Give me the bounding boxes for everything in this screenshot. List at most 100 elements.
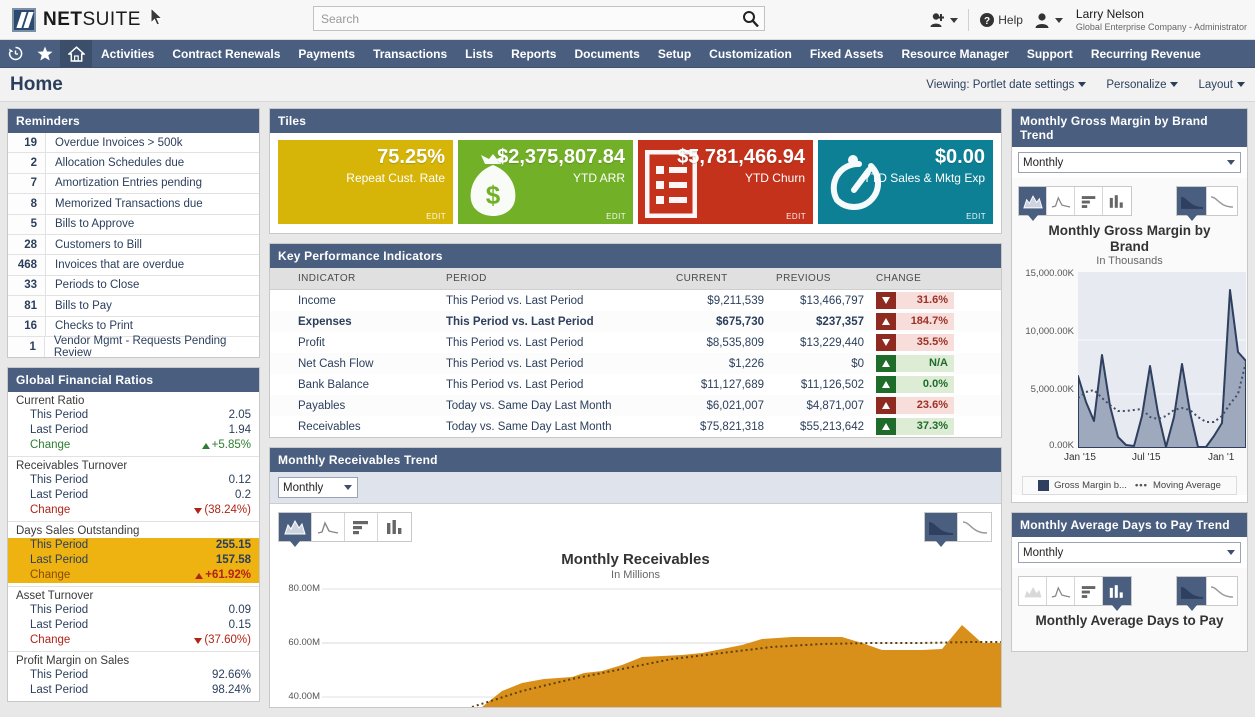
- ratio-row-value: 1.94: [229, 423, 251, 438]
- table-row[interactable]: Receivables Today vs. Same Day Last Mont…: [270, 416, 1001, 437]
- reminder-count: 8: [8, 194, 46, 213]
- tile-ytd-churn[interactable]: $5,781,466.94 YTD Churn EDIT: [638, 140, 813, 224]
- table-row[interactable]: Net Cash Flow This Period vs. Last Perio…: [270, 353, 1001, 374]
- reminder-label[interactable]: Amortization Entries pending: [46, 177, 202, 189]
- gradient-fill-style-icon[interactable]: [958, 513, 991, 541]
- ratio-this-period: This Period255.15: [8, 538, 259, 553]
- reminder-label[interactable]: Allocation Schedules due: [46, 157, 184, 169]
- reminder-row[interactable]: 5Bills to Approve: [8, 215, 259, 235]
- reminder-row[interactable]: 28Customers to Bill: [8, 235, 259, 255]
- viewing-portlet-date-settings-link[interactable]: Viewing: Portlet date settings: [926, 79, 1086, 91]
- line-chart-icon[interactable]: [1047, 187, 1075, 215]
- area-chart-icon[interactable]: [279, 513, 312, 541]
- gross-margin-period-value: Monthly: [1023, 157, 1063, 169]
- nav-item-transactions[interactable]: Transactions: [364, 40, 456, 67]
- receivables-chart-area: Monthly Receivables In Millions 80.00M 6…: [270, 504, 1001, 707]
- receivables-plot: 80.00M 60.00M 40.00M: [270, 587, 1001, 707]
- reminder-label[interactable]: Periods to Close: [46, 279, 139, 291]
- reminder-row[interactable]: 33Periods to Close: [8, 276, 259, 296]
- header-divider: [968, 9, 969, 31]
- nav-item-support[interactable]: Support: [1018, 40, 1082, 67]
- user-menu-button[interactable]: [1033, 12, 1063, 29]
- table-row[interactable]: Bank Balance This Period vs. Last Period…: [270, 374, 1001, 395]
- area-chart-icon[interactable]: [1019, 577, 1047, 605]
- line-chart-icon[interactable]: [312, 513, 345, 541]
- nav-item-documents[interactable]: Documents: [565, 40, 648, 67]
- global-search: [313, 6, 765, 31]
- nav-item-customization[interactable]: Customization: [700, 40, 801, 67]
- quick-add-button[interactable]: [929, 12, 958, 29]
- tile-edit-link[interactable]: EDIT: [426, 212, 446, 221]
- search-input[interactable]: [313, 6, 765, 31]
- reminder-row[interactable]: 468Invoices that are overdue: [8, 255, 259, 275]
- tile-ytd-sales-mktg-exp[interactable]: $0.00 YTD Sales & Mktg Exp EDIT: [818, 140, 993, 224]
- reminder-row[interactable]: 7Amortization Entries pending: [8, 174, 259, 194]
- nav-item-recurring-revenue[interactable]: Recurring Revenue: [1082, 40, 1210, 67]
- tile-ytd-arr[interactable]: $ $2,375,807.84 YTD ARR EDIT: [458, 140, 633, 224]
- line-chart-icon[interactable]: [1047, 577, 1075, 605]
- reminder-row[interactable]: 1Vendor Mgmt - Requests Pending Review: [8, 337, 259, 357]
- nav-item-fixed-assets[interactable]: Fixed Assets: [801, 40, 893, 67]
- personalize-link[interactable]: Personalize: [1106, 79, 1178, 91]
- gross-margin-period-select[interactable]: Monthly: [1018, 152, 1241, 173]
- solid-fill-style-icon[interactable]: [1177, 577, 1207, 605]
- kpi-change-value: 35.5%: [896, 334, 954, 351]
- vertical-bar-chart-icon[interactable]: [1103, 187, 1131, 215]
- area-chart-icon[interactable]: [1019, 187, 1047, 215]
- table-row[interactable]: Expenses This Period vs. Last Period $67…: [270, 311, 1001, 332]
- help-button[interactable]: ? Help: [979, 12, 1023, 28]
- horizontal-bar-chart-icon[interactable]: [345, 513, 378, 541]
- nav-item-activities[interactable]: Activities: [92, 40, 163, 67]
- reminder-row[interactable]: 81Bills to Pay: [8, 296, 259, 316]
- gradient-fill-style-icon[interactable]: [1207, 187, 1237, 215]
- reminder-count: 468: [8, 255, 46, 274]
- recent-records-icon[interactable]: [0, 40, 30, 67]
- horizontal-bar-chart-icon[interactable]: [1075, 187, 1103, 215]
- reminder-row[interactable]: 16Checks to Print: [8, 317, 259, 337]
- arrow-up-icon: [202, 443, 210, 449]
- layout-link[interactable]: Layout: [1198, 79, 1245, 91]
- nav-item-contract-renewals[interactable]: Contract Renewals: [163, 40, 289, 67]
- reminder-label[interactable]: Overdue Invoices > 500k: [46, 137, 183, 149]
- reminder-row[interactable]: 2Allocation Schedules due: [8, 153, 259, 173]
- table-row[interactable]: Profit This Period vs. Last Period $8,53…: [270, 332, 1001, 353]
- reminder-label[interactable]: Customers to Bill: [46, 239, 142, 251]
- reminder-label[interactable]: Bills to Approve: [46, 218, 134, 230]
- reminder-label[interactable]: Bills to Pay: [46, 300, 112, 312]
- solid-fill-style-icon[interactable]: [1177, 187, 1207, 215]
- reminder-label[interactable]: Vendor Mgmt - Requests Pending Review: [45, 335, 259, 358]
- reminder-label[interactable]: Memorized Transactions due: [46, 198, 203, 210]
- home-icon[interactable]: [60, 40, 92, 67]
- reminder-label[interactable]: Checks to Print: [46, 320, 133, 332]
- nav-item-setup[interactable]: Setup: [649, 40, 700, 67]
- netsuite-logo[interactable]: NETSUITE: [0, 8, 141, 32]
- nav-item-reports[interactable]: Reports: [502, 40, 565, 67]
- gradient-fill-style-icon[interactable]: [1207, 577, 1237, 605]
- solid-fill-style-icon[interactable]: [925, 513, 958, 541]
- tile-edit-link[interactable]: EDIT: [606, 212, 626, 221]
- kpi-period: This Period vs. Last Period: [440, 353, 670, 374]
- question-circle-icon: ?: [979, 12, 995, 28]
- table-row[interactable]: Payables Today vs. Same Day Last Month $…: [270, 395, 1001, 416]
- vertical-bar-chart-icon[interactable]: [378, 513, 411, 541]
- nav-item-payments[interactable]: Payments: [289, 40, 364, 67]
- table-row[interactable]: Income This Period vs. Last Period $9,21…: [270, 290, 1001, 312]
- tile-edit-link[interactable]: EDIT: [966, 212, 986, 221]
- receivables-period-select[interactable]: Monthly: [278, 477, 358, 498]
- shortcuts-star-icon[interactable]: [30, 40, 60, 67]
- kpi-indicator: Expenses: [270, 311, 440, 332]
- vertical-bar-chart-icon[interactable]: [1103, 577, 1131, 605]
- reminder-row[interactable]: 8Memorized Transactions due: [8, 194, 259, 214]
- reminder-row[interactable]: 19Overdue Invoices > 500k: [8, 133, 259, 153]
- tile-repeat-cust-rate[interactable]: 75.25% Repeat Cust. Rate EDIT: [278, 140, 453, 224]
- reminder-label[interactable]: Invoices that are overdue: [46, 259, 184, 271]
- kpi-period: Today vs. Same Day Last Month: [440, 416, 670, 437]
- nav-item-lists[interactable]: Lists: [456, 40, 502, 67]
- days-to-pay-period-select[interactable]: Monthly: [1018, 542, 1241, 563]
- search-icon[interactable]: [741, 10, 759, 28]
- nav-item-resource-manager[interactable]: Resource Manager: [892, 40, 1017, 67]
- chevron-down-icon: [344, 485, 352, 490]
- tile-edit-link[interactable]: EDIT: [786, 212, 806, 221]
- horizontal-bar-chart-icon[interactable]: [1075, 577, 1103, 605]
- chevron-down-icon: [1227, 160, 1235, 165]
